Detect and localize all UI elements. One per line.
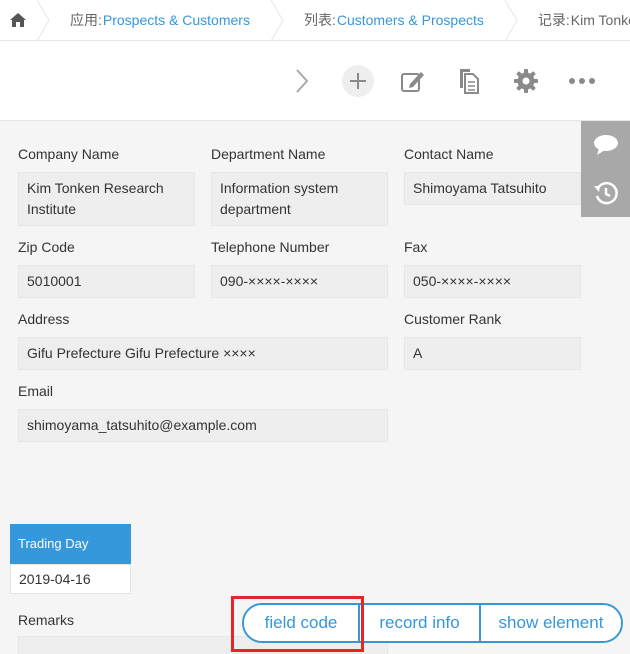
breadcrumb-app-link[interactable]: Prospects & Customers xyxy=(103,12,250,28)
breadcrumb-separator xyxy=(270,0,284,40)
duplicate-button[interactable] xyxy=(452,64,486,98)
company-name-field: Company Name Kim Tonken Research Institu… xyxy=(18,144,195,226)
breadcrumb-record-name: Kim Tonken Research Institute xyxy=(570,12,630,28)
customer-rank-field: Customer Rank A xyxy=(404,309,581,370)
breadcrumb: 应用: Prospects & Customers 列表: Customers … xyxy=(0,0,630,41)
field-value: Information system department xyxy=(211,172,388,226)
field-code-button[interactable]: field code xyxy=(244,605,358,641)
department-name-field: Department Name Information system depar… xyxy=(211,144,388,226)
field-label: Company Name xyxy=(18,146,120,162)
breadcrumb-separator xyxy=(36,0,50,40)
record-details: Company Name Kim Tonken Research Institu… xyxy=(0,121,630,654)
next-record-icon xyxy=(296,69,309,93)
more-button[interactable] xyxy=(565,64,599,98)
more-icon xyxy=(569,78,595,84)
breadcrumb-app: 应用: Prospects & Customers xyxy=(50,0,270,40)
breadcrumb-list: 列表: Customers & Prospects xyxy=(284,0,504,40)
breadcrumb-app-prefix: 应用: xyxy=(70,12,102,28)
home-button[interactable] xyxy=(0,0,36,40)
field-label: Fax xyxy=(404,239,428,255)
field-label: Customer Rank xyxy=(404,311,502,327)
trading-day-label: Trading Day xyxy=(10,524,131,564)
breadcrumb-record-prefix: 记录: xyxy=(537,12,570,28)
comment-icon xyxy=(593,135,618,155)
field-value: Shimoyama Tatsuhito xyxy=(404,172,581,205)
history-icon xyxy=(593,181,618,205)
field-value: 050-××××-×××× xyxy=(404,265,581,298)
contact-name-field: Contact Name Shimoyama Tatsuhito xyxy=(404,144,581,205)
show-element-button[interactable]: show element xyxy=(479,605,621,641)
duplicate-icon xyxy=(460,69,479,94)
edit-icon xyxy=(401,72,424,92)
record-toolbar xyxy=(0,41,630,121)
history-button[interactable] xyxy=(581,169,630,217)
next-record-button[interactable] xyxy=(285,64,319,98)
breadcrumb-record: 记录: Kim Tonken Research Institute xyxy=(518,0,630,40)
field-label: Telephone Number xyxy=(211,239,330,255)
zip-code-field: Zip Code 5010001 xyxy=(18,237,195,298)
add-record-button[interactable] xyxy=(341,64,375,98)
field-label: Zip Code xyxy=(18,239,75,255)
field-value: Kim Tonken Research Institute xyxy=(18,172,195,226)
breadcrumb-separator xyxy=(504,0,518,40)
field-value: 090-××××-×××× xyxy=(211,265,388,298)
field-label: Email xyxy=(18,383,54,399)
comments-button[interactable] xyxy=(581,121,630,169)
side-panel xyxy=(581,121,630,217)
field-value: Gifu Prefecture Gifu Prefecture ×××× xyxy=(18,337,388,370)
field-label: Address xyxy=(18,311,70,327)
settings-button[interactable] xyxy=(509,64,543,98)
breadcrumb-list-link[interactable]: Customers & Prospects xyxy=(337,12,484,28)
edit-button[interactable] xyxy=(396,64,430,98)
field-value: 5010001 xyxy=(18,265,195,298)
field-label: Department Name xyxy=(211,146,326,162)
home-icon xyxy=(10,13,26,27)
record-info-button[interactable]: record info xyxy=(358,605,479,641)
trading-day-value: 2019-04-16 xyxy=(10,564,131,594)
field-label: Contact Name xyxy=(404,146,494,162)
breadcrumb-list-prefix: 列表: xyxy=(303,12,336,28)
developer-tools-buttons: field code record info show element xyxy=(242,603,623,643)
remarks-label: Remarks xyxy=(18,612,75,628)
add-icon xyxy=(342,65,374,97)
address-field: Address Gifu Prefecture Gifu Prefecture … xyxy=(18,309,388,370)
email-field: Email shimoyama_tatsuhito@example.com xyxy=(18,381,388,442)
gear-icon xyxy=(514,69,538,93)
field-value: A xyxy=(404,337,581,370)
field-value: shimoyama_tatsuhito@example.com xyxy=(18,409,388,442)
fax-field: Fax 050-××××-×××× xyxy=(404,237,581,298)
telephone-field: Telephone Number 090-××××-×××× xyxy=(211,237,388,298)
